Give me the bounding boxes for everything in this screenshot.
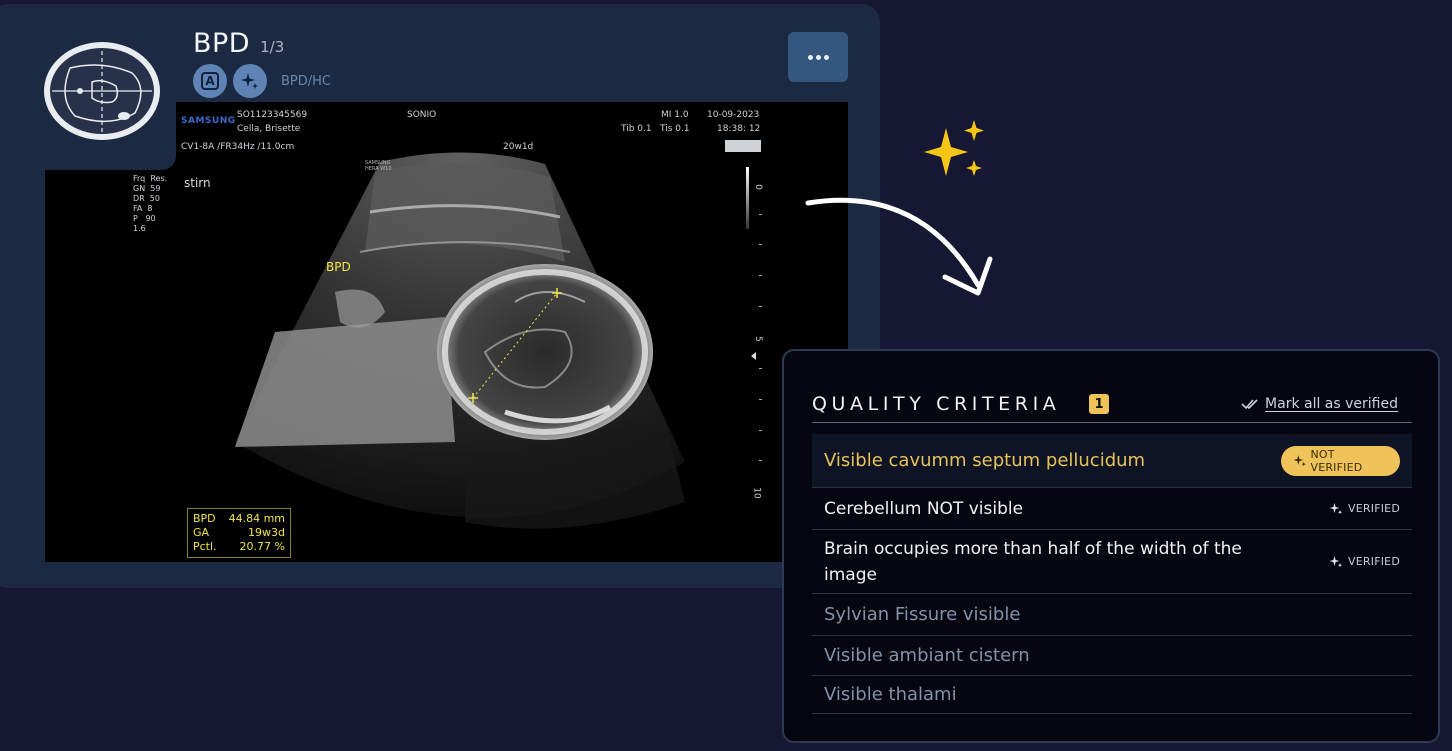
depth-tick <box>759 399 762 400</box>
measurement-value: 44.84 mm <box>228 512 285 525</box>
sparkle-icon <box>924 120 984 176</box>
criterion-row[interactable]: Visible thalami <box>812 676 1412 714</box>
status-label: VERIFIED <box>1348 555 1400 568</box>
gray-scale-bar <box>746 167 749 229</box>
view-badges: A BPD/HC <box>193 64 331 98</box>
patient-id: SO1123345569 <box>237 110 308 120</box>
criterion-row[interactable]: Visible ambiant cistern <box>812 636 1412 676</box>
scan-params: Frq Res. GN 59 DR 50 FA 8 P 90 1.6 <box>133 174 167 234</box>
criterion-text: Sylvian Fissure visible <box>824 603 1021 625</box>
double-check-icon <box>1241 399 1258 410</box>
criterion-row[interactable]: Brain occupies more than half of the wid… <box>812 530 1412 594</box>
measurement-row: Pctl. 20.77 % <box>193 540 285 554</box>
ai-badge[interactable] <box>233 64 267 98</box>
depth-tick <box>759 368 762 369</box>
probe-icons <box>725 140 761 152</box>
ai-sparkle-icon <box>1329 555 1343 567</box>
param-line: Frq Res. <box>133 174 168 183</box>
depth-tick <box>759 306 762 307</box>
measurement-value: 19w3d <box>248 526 285 539</box>
small-brand: SAMSUNG HERA W10 <box>365 160 392 172</box>
criterion-text: Visible ambiant cistern <box>824 644 1030 666</box>
ga-header: 20w1d <box>503 142 534 152</box>
criterion-text: Cerebellum NOT visible <box>824 498 1024 519</box>
depth-label: 0 <box>752 184 763 190</box>
param-line: GN 59 <box>133 184 161 193</box>
quality-header: QUALITY CRITERIA 1 Mark all as verified <box>812 389 1412 423</box>
not-verified-badge[interactable]: NOT VERIFIED <box>1280 445 1400 476</box>
depth-tick <box>759 430 762 431</box>
view-index: 1/3 <box>260 38 285 56</box>
mode-label: stirn <box>184 176 211 190</box>
mark-all-label: Mark all as verified <box>1265 396 1398 412</box>
quality-criteria-panel: QUALITY CRITERIA 1 Mark all as verified … <box>782 349 1440 743</box>
probe-info: CV1-8A /FR34Hz /11.0cm <box>181 142 295 152</box>
criterion-text: Visible thalami <box>824 683 957 705</box>
curved-arrow-icon <box>805 197 993 296</box>
more-options-button[interactable] <box>788 32 848 82</box>
auto-badge[interactable]: A <box>193 64 227 98</box>
tib-value: Tib 0.1 <box>621 124 652 134</box>
depth-tick <box>759 214 762 215</box>
view-name: BPD <box>193 28 251 59</box>
measurement-name: Pctl. <box>193 540 217 553</box>
dot-icon <box>823 54 829 60</box>
verified-status: VERIFIED <box>1329 502 1400 516</box>
ai-sparkle-icon <box>241 73 258 89</box>
verified-status: VERIFIED <box>1329 555 1400 569</box>
head-plane-icon <box>44 42 160 140</box>
quality-title: QUALITY CRITERIA <box>812 393 1061 415</box>
criterion-text: Brain occupies more than half of the wid… <box>824 538 1242 585</box>
depth-tick <box>759 244 762 245</box>
mi-value: MI 1.0 <box>661 110 689 120</box>
criteria-count-badge: 1 <box>1089 394 1109 414</box>
ultrasound-image[interactable]: SAMSUNG SO1123345569 Cella, Brisette SON… <box>45 102 848 562</box>
view-title: BPD 1/3 <box>193 28 284 59</box>
focus-marker-icon <box>751 352 756 360</box>
depth-label: 10 <box>751 487 762 499</box>
institution: SONIO <box>407 110 437 120</box>
status-label: VERIFIED <box>1348 502 1400 515</box>
scan-time: 18:38: 12 <box>717 124 761 134</box>
ultrasound-scan <box>235 152 685 529</box>
criteria-list: Visible cavumm septum pellucidum NOT VER… <box>812 434 1412 714</box>
criterion-row[interactable]: Sylvian Fissure visible <box>812 594 1412 636</box>
param-line: 1.6 <box>133 224 146 233</box>
plane-thumbnail[interactable] <box>18 22 176 170</box>
criterion-row[interactable]: Visible cavumm septum pellucidum NOT VER… <box>812 434 1412 488</box>
param-line: DR 50 <box>133 194 160 203</box>
depth-tick <box>759 275 762 276</box>
bpd-caliper-label: BPD <box>326 260 351 274</box>
scan-date: 10-09-2023 <box>707 110 760 120</box>
dot-icon <box>807 54 813 60</box>
measurement-box: BPD 44.84 mm GA 19w3d Pctl. 20.77 % <box>187 508 291 558</box>
tis-value: Tis 0.1 <box>660 124 690 134</box>
mark-all-verified-button[interactable]: Mark all as verified <box>1241 396 1398 412</box>
measurement-value: 20.77 % <box>239 540 285 553</box>
criterion-text: Visible cavumm septum pellucidum <box>824 449 1146 471</box>
auto-letter: A <box>201 72 219 90</box>
ai-sparkle-icon <box>1329 502 1343 514</box>
scanner-brand: SAMSUNG <box>181 116 236 126</box>
patient-name: Cella, Brisette <box>237 124 301 134</box>
depth-label: 5 <box>752 336 763 342</box>
measurement-row: GA 19w3d <box>193 526 285 540</box>
status-label: NOT VERIFIED <box>1310 447 1363 474</box>
depth-tick <box>759 460 762 461</box>
param-line: P 90 <box>133 214 156 223</box>
param-line: FA 8 <box>133 204 153 213</box>
measurement-name: GA <box>193 526 210 539</box>
dot-icon <box>815 54 821 60</box>
plane-label: BPD/HC <box>281 73 332 89</box>
criterion-row[interactable]: Cerebellum NOT visible VERIFIED <box>812 488 1412 530</box>
measurement-row: BPD 44.84 mm <box>193 512 285 526</box>
ai-sparkle-icon <box>1293 454 1306 466</box>
measurement-name: BPD <box>193 512 216 525</box>
